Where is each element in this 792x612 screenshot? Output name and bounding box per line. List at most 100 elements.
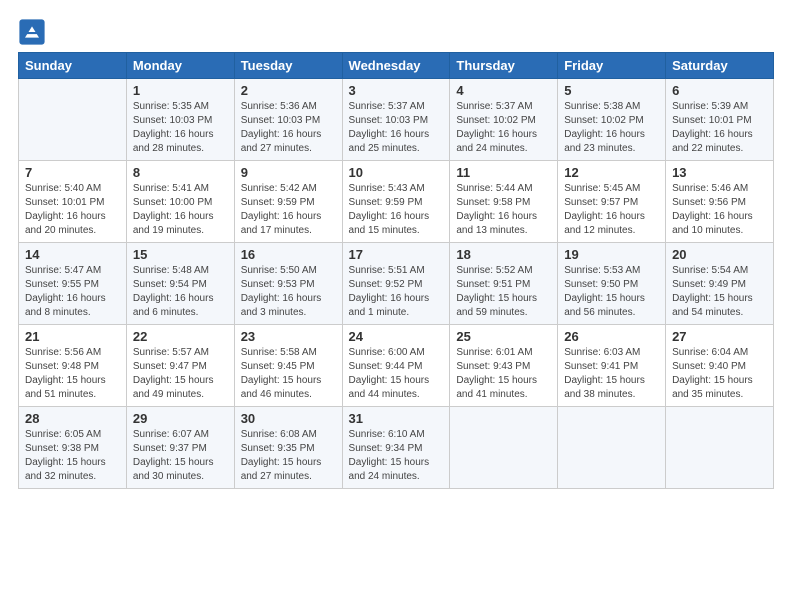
day-number: 30 — [241, 411, 336, 426]
day-number: 26 — [564, 329, 659, 344]
day-number: 22 — [133, 329, 228, 344]
calendar-cell: 19Sunrise: 5:53 AM Sunset: 9:50 PM Dayli… — [558, 243, 666, 325]
day-number: 7 — [25, 165, 120, 180]
day-number: 27 — [672, 329, 767, 344]
day-info: Sunrise: 5:41 AM Sunset: 10:00 PM Daylig… — [133, 182, 228, 238]
day-info: Sunrise: 5:56 AM Sunset: 9:48 PM Dayligh… — [25, 346, 120, 402]
day-info: Sunrise: 5:58 AM Sunset: 9:45 PM Dayligh… — [241, 346, 336, 402]
day-info: Sunrise: 5:35 AM Sunset: 10:03 PM Daylig… — [133, 100, 228, 156]
day-number: 31 — [349, 411, 444, 426]
day-info: Sunrise: 6:04 AM Sunset: 9:40 PM Dayligh… — [672, 346, 767, 402]
calendar-cell: 28 Sunrise: 6:05 AM Sunset: 9:38 PM Dayli… — [19, 407, 127, 489]
calendar-cell — [666, 407, 774, 489]
calendar-cell: 18 Sunrise: 5:52 AM Sunset: 9:51 PM Dayli… — [450, 243, 558, 325]
day-info: Sunrise: 5:54 AM Sunset: 9:49 PM Dayligh… — [672, 264, 767, 320]
logo-icon — [18, 18, 46, 46]
day-number: 18 — [456, 247, 551, 262]
calendar-cell: 17 Sunrise: 5:51 AM Sunset: 9:52 PM Dayli… — [342, 243, 450, 325]
day-info: Sunrise: 6:03 AM Sunset: 9:41 PM Dayligh… — [564, 346, 659, 402]
day-info: Sunrise: 5:43 AM Sunset: 9:59 PM Dayligh… — [349, 182, 444, 238]
day-number: 21 — [25, 329, 120, 344]
calendar-cell — [450, 407, 558, 489]
calendar-cell: 2 Sunrise: 5:36 AM Sunset: 10:03 PM Dayli… — [234, 79, 342, 161]
day-info: Sunrise: 5:39 AM Sunset: 10:01 PM Daylig… — [672, 100, 767, 156]
day-info: Sunrise: 5:38 AM Sunset: 10:02 PM Daylig… — [564, 100, 659, 156]
day-number: 16 — [241, 247, 336, 262]
day-info: Sunrise: 5:46 AM Sunset: 9:56 PM Dayligh… — [672, 182, 767, 238]
day-info: Sunrise: 6:10 AM Sunset: 9:34 PM Dayligh… — [349, 428, 444, 484]
weekday-header-friday: Friday — [558, 53, 666, 79]
calendar-cell: 8 Sunrise: 5:41 AM Sunset: 10:00 PM Dayli… — [126, 161, 234, 243]
weekday-header-tuesday: Tuesday — [234, 53, 342, 79]
day-info: Sunrise: 5:52 AM Sunset: 9:51 PM Dayligh… — [456, 264, 551, 320]
calendar-cell — [558, 407, 666, 489]
day-number: 9 — [241, 165, 336, 180]
day-info: Sunrise: 6:00 AM Sunset: 9:44 PM Dayligh… — [349, 346, 444, 402]
week-row-2: 7 Sunrise: 5:40 AM Sunset: 10:01 PM Dayli… — [19, 161, 774, 243]
calendar-cell: 14 Sunrise: 5:47 AM Sunset: 9:55 PM Dayli… — [19, 243, 127, 325]
calendar-cell: 3 Sunrise: 5:37 AM Sunset: 10:03 PM Dayli… — [342, 79, 450, 161]
weekday-header-monday: Monday — [126, 53, 234, 79]
day-info: Sunrise: 5:51 AM Sunset: 9:52 PM Dayligh… — [349, 264, 444, 320]
day-number: 5 — [564, 83, 659, 98]
day-number: 13 — [672, 165, 767, 180]
day-info: Sunrise: 5:45 AM Sunset: 9:57 PM Dayligh… — [564, 182, 659, 238]
calendar-cell: 21 Sunrise: 5:56 AM Sunset: 9:48 PM Dayli… — [19, 325, 127, 407]
day-number: 29 — [133, 411, 228, 426]
calendar-cell: 9Sunrise: 5:42 AM Sunset: 9:59 PM Daylig… — [234, 161, 342, 243]
day-info: Sunrise: 5:47 AM Sunset: 9:55 PM Dayligh… — [25, 264, 120, 320]
day-info: Sunrise: 5:50 AM Sunset: 9:53 PM Dayligh… — [241, 264, 336, 320]
calendar-cell: 1 Sunrise: 5:35 AM Sunset: 10:03 PM Dayli… — [126, 79, 234, 161]
day-info: Sunrise: 5:36 AM Sunset: 10:03 PM Daylig… — [241, 100, 336, 156]
week-row-5: 28 Sunrise: 6:05 AM Sunset: 9:38 PM Dayli… — [19, 407, 774, 489]
day-number: 8 — [133, 165, 228, 180]
calendar-cell: 6 Sunrise: 5:39 AM Sunset: 10:01 PM Dayli… — [666, 79, 774, 161]
day-number: 3 — [349, 83, 444, 98]
day-info: Sunrise: 6:07 AM Sunset: 9:37 PM Dayligh… — [133, 428, 228, 484]
day-info: Sunrise: 5:57 AM Sunset: 9:47 PM Dayligh… — [133, 346, 228, 402]
calendar-cell: 25Sunrise: 6:01 AM Sunset: 9:43 PM Dayli… — [450, 325, 558, 407]
day-number: 17 — [349, 247, 444, 262]
day-info: Sunrise: 6:01 AM Sunset: 9:43 PM Dayligh… — [456, 346, 551, 402]
day-number: 20 — [672, 247, 767, 262]
calendar-cell: 26 Sunrise: 6:03 AM Sunset: 9:41 PM Dayli… — [558, 325, 666, 407]
calendar-cell: 24 Sunrise: 6:00 AM Sunset: 9:44 PM Dayli… — [342, 325, 450, 407]
calendar-page: SundayMondayTuesdayWednesdayThursdayFrid… — [0, 0, 792, 612]
day-info: Sunrise: 5:53 AM Sunset: 9:50 PM Dayligh… — [564, 264, 659, 320]
week-row-1: 1 Sunrise: 5:35 AM Sunset: 10:03 PM Dayli… — [19, 79, 774, 161]
calendar-cell: 27 Sunrise: 6:04 AM Sunset: 9:40 PM Dayli… — [666, 325, 774, 407]
day-number: 28 — [25, 411, 120, 426]
weekday-header-row: SundayMondayTuesdayWednesdayThursdayFrid… — [19, 53, 774, 79]
header — [18, 10, 774, 46]
day-number: 2 — [241, 83, 336, 98]
day-number: 11 — [456, 165, 551, 180]
calendar-cell: 7 Sunrise: 5:40 AM Sunset: 10:01 PM Dayli… — [19, 161, 127, 243]
weekday-header-thursday: Thursday — [450, 53, 558, 79]
calendar-table: SundayMondayTuesdayWednesdayThursdayFrid… — [18, 52, 774, 489]
calendar-cell: 13 Sunrise: 5:46 AM Sunset: 9:56 PM Dayli… — [666, 161, 774, 243]
day-number: 24 — [349, 329, 444, 344]
day-info: Sunrise: 5:40 AM Sunset: 10:01 PM Daylig… — [25, 182, 120, 238]
day-info: Sunrise: 5:37 AM Sunset: 10:03 PM Daylig… — [349, 100, 444, 156]
day-number: 23 — [241, 329, 336, 344]
day-number: 6 — [672, 83, 767, 98]
day-number: 14 — [25, 247, 120, 262]
calendar-cell: 22 Sunrise: 5:57 AM Sunset: 9:47 PM Dayli… — [126, 325, 234, 407]
calendar-cell: 15Sunrise: 5:48 AM Sunset: 9:54 PM Dayli… — [126, 243, 234, 325]
calendar-cell: 12 Sunrise: 5:45 AM Sunset: 9:57 PM Dayli… — [558, 161, 666, 243]
logo — [18, 18, 48, 46]
calendar-cell: 23 Sunrise: 5:58 AM Sunset: 9:45 PM Dayli… — [234, 325, 342, 407]
week-row-4: 21 Sunrise: 5:56 AM Sunset: 9:48 PM Dayli… — [19, 325, 774, 407]
week-row-3: 14 Sunrise: 5:47 AM Sunset: 9:55 PM Dayli… — [19, 243, 774, 325]
day-info: Sunrise: 6:08 AM Sunset: 9:35 PM Dayligh… — [241, 428, 336, 484]
weekday-header-sunday: Sunday — [19, 53, 127, 79]
day-info: Sunrise: 5:37 AM Sunset: 10:02 PM Daylig… — [456, 100, 551, 156]
day-number: 1 — [133, 83, 228, 98]
calendar-cell: 5 Sunrise: 5:38 AM Sunset: 10:02 PM Dayli… — [558, 79, 666, 161]
calendar-cell — [19, 79, 127, 161]
day-number: 12 — [564, 165, 659, 180]
day-info: Sunrise: 6:05 AM Sunset: 9:38 PM Dayligh… — [25, 428, 120, 484]
day-info: Sunrise: 5:44 AM Sunset: 9:58 PM Dayligh… — [456, 182, 551, 238]
calendar-cell: 11 Sunrise: 5:44 AM Sunset: 9:58 PM Dayli… — [450, 161, 558, 243]
day-info: Sunrise: 5:48 AM Sunset: 9:54 PM Dayligh… — [133, 264, 228, 320]
